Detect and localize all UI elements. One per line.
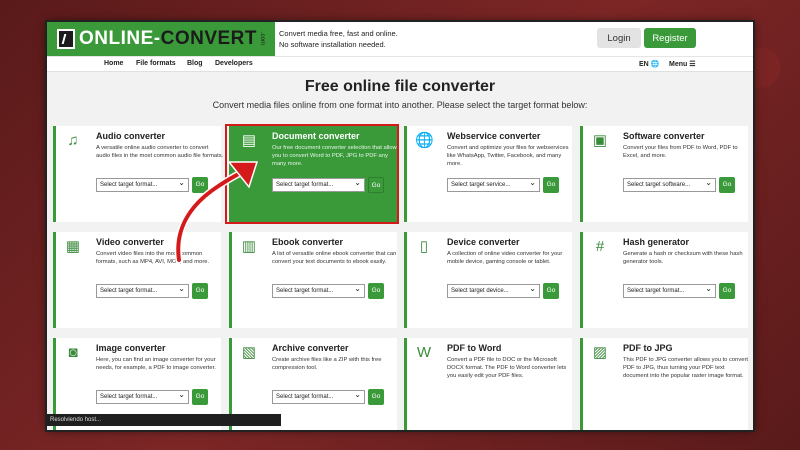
card-title[interactable]: Webservice converter xyxy=(447,131,540,141)
image-file-icon: ▨ xyxy=(592,344,608,361)
target-format-select[interactable]: Select target software... xyxy=(623,177,716,192)
card-description: Convert your files from PDF to Word, PDF… xyxy=(623,145,738,159)
converter-card[interactable]: ▣ Software converter Convert your files fr… xyxy=(580,126,748,222)
target-format-select[interactable]: Select target format... xyxy=(96,389,189,404)
browser-status-bar: Resolviendo host... xyxy=(47,414,281,426)
language-selector[interactable]: EN 🌐 xyxy=(639,60,659,68)
register-button[interactable]: Register xyxy=(644,28,696,48)
card-title[interactable]: PDF to Word xyxy=(447,343,501,353)
globe-icon: 🌐 xyxy=(415,132,434,149)
converter-card[interactable]: W PDF to Word Convert a PDF file to DOC or… xyxy=(404,338,572,430)
nav-developers[interactable]: Developers xyxy=(215,60,253,67)
card-description: Create archive files like a ZIP with thi… xyxy=(272,357,382,371)
converter-card[interactable]: ▯ Device converter A collection of online … xyxy=(404,232,572,328)
nav-blog[interactable]: Blog xyxy=(187,60,203,67)
card-title[interactable]: PDF to JPG xyxy=(623,343,673,353)
hash-icon: # xyxy=(595,238,605,255)
site-logo[interactable]: ONLINE-CONVERT .com xyxy=(47,22,275,56)
target-format-select[interactable]: Select target service... xyxy=(447,177,540,192)
target-format-select[interactable]: Select target device... xyxy=(447,283,540,298)
nav-file-formats[interactable]: File formats xyxy=(136,60,176,67)
card-title[interactable]: Video converter xyxy=(96,237,164,247)
target-format-select[interactable]: Select target format... xyxy=(623,283,716,298)
music-note-icon: ♫ xyxy=(67,132,79,149)
card-title[interactable]: Image converter xyxy=(96,343,166,353)
tablet-icon: ▯ xyxy=(419,238,429,255)
card-title[interactable]: Hash generator xyxy=(623,237,689,247)
go-button[interactable]: Go xyxy=(719,283,735,299)
menu-button[interactable]: Menu ☰ xyxy=(669,60,696,68)
go-button[interactable]: Go xyxy=(719,177,735,193)
card-description: Convert and optimize your files for webs… xyxy=(447,145,569,167)
page-title: Free online file converter xyxy=(304,78,496,95)
converter-card[interactable]: # Hash generator Generate a hash or checks… xyxy=(580,232,748,328)
card-description: Generate a hash or checksum with these h… xyxy=(623,251,743,265)
target-format-select[interactable]: Select target format... xyxy=(272,283,365,298)
main-nav: Home File formats Blog Developers EN 🌐 M… xyxy=(47,56,753,72)
tagline: Convert media free, fast and online. No … xyxy=(279,29,398,49)
card-title[interactable]: Audio converter xyxy=(96,131,165,141)
browser-viewport: ONLINE-CONVERT .com Convert media free, … xyxy=(47,22,753,430)
word-file-icon: W xyxy=(416,344,432,361)
card-title[interactable]: Software converter xyxy=(623,131,705,141)
camera-icon: ◙ xyxy=(68,344,78,361)
go-button[interactable]: Go xyxy=(368,389,384,405)
go-button[interactable]: Go xyxy=(192,283,208,299)
card-title[interactable]: Archive converter xyxy=(272,343,349,353)
go-button[interactable]: Go xyxy=(543,283,559,299)
logo-text: ONLINE-CONVERT xyxy=(79,28,258,49)
card-description: A collection of online video converter f… xyxy=(447,251,563,265)
archive-icon: ▧ xyxy=(241,344,257,361)
go-button[interactable]: Go xyxy=(543,177,559,193)
login-button[interactable]: Login xyxy=(597,28,641,48)
converter-card[interactable]: 🌐 Webservice converter Convert and optimiz… xyxy=(404,126,572,222)
nav-home[interactable]: Home xyxy=(104,60,123,67)
card-description: A list of versatile online ebook convert… xyxy=(272,251,397,265)
card-title[interactable]: Ebook converter xyxy=(272,237,343,247)
red-arrow-annotation xyxy=(174,161,259,264)
card-title[interactable]: Device converter xyxy=(447,237,520,247)
card-description: Here, you can find an image converter fo… xyxy=(96,357,216,371)
target-format-select[interactable]: Select target format... xyxy=(272,389,365,404)
monitor-icon: ▣ xyxy=(592,132,608,149)
card-description: This PDF to JPG converter allows you to … xyxy=(623,357,749,379)
site-header: ONLINE-CONVERT .com Convert media free, … xyxy=(47,22,753,56)
converter-card[interactable]: ▨ PDF to JPG This PDF to JPG converter all… xyxy=(580,338,748,430)
target-format-select[interactable]: Select target format... xyxy=(96,283,189,298)
page-subtitle: Convert media files online from one form… xyxy=(212,100,588,110)
go-button[interactable]: Go xyxy=(368,283,384,299)
logo-com: .com xyxy=(259,32,266,46)
logo-runner-icon xyxy=(57,29,75,49)
film-icon: ▦ xyxy=(65,238,81,255)
card-description: Convert a PDF file to DOC or the Microso… xyxy=(447,357,567,379)
go-button[interactable]: Go xyxy=(192,389,208,405)
